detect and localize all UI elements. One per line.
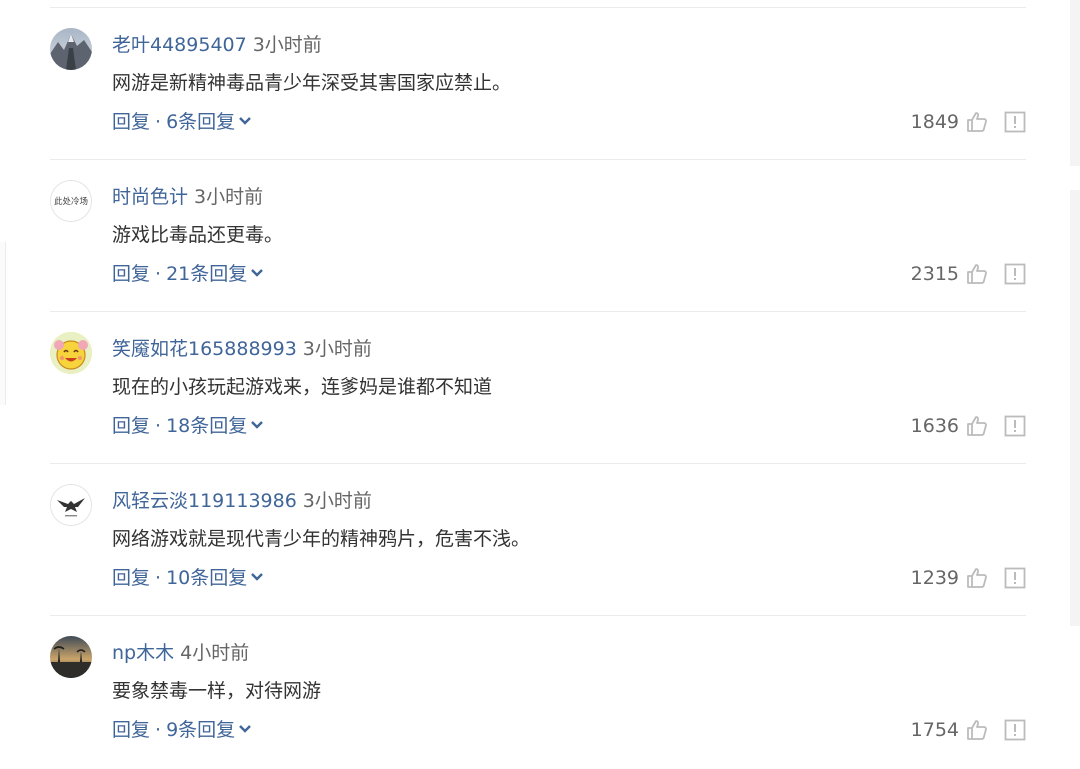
replies-count-label: 9条回复 (166, 719, 236, 741)
thumbs-up-icon[interactable] (965, 262, 989, 286)
separator: · (155, 263, 162, 285)
avatar[interactable] (50, 636, 92, 678)
cartoon-face-icon (50, 332, 92, 374)
avatar[interactable]: 此处冷场 (50, 180, 92, 222)
separator: · (155, 719, 162, 741)
sunset-photo-icon (50, 636, 92, 678)
report-icon[interactable] (1004, 263, 1026, 285)
like-count: 2315 (910, 263, 959, 285)
report-icon[interactable] (1004, 415, 1026, 437)
comment-actions: 回复 · 9条回复 (112, 717, 252, 743)
avatar-logo-text: 此处冷场 (54, 196, 88, 207)
comment-item: 笑魇如花165888993 3小时前 现在的小孩玩起游戏来，连爹妈是谁都不知道 回… (50, 312, 1026, 464)
view-replies-button[interactable]: 9条回复 (166, 719, 252, 741)
replies-count-label: 21条回复 (166, 263, 248, 285)
chevron-down-icon (251, 269, 264, 277)
comment-item: np木木 4小时前 要象禁毒一样，对待网游 回复 · 9条回复 1754 (50, 616, 1026, 768)
comment-text: 游戏比毒品还更毒。 (112, 224, 284, 246)
comment-actions: 回复 · 6条回复 (112, 109, 252, 135)
replies-count-label: 6条回复 (166, 111, 236, 133)
timestamp: 3小时前 (302, 338, 372, 360)
comment-meta: 笑魇如花165888993 3小时前 (112, 336, 372, 362)
reply-button[interactable]: 回复 (112, 111, 150, 133)
thumbs-up-icon[interactable] (965, 718, 989, 742)
comment-text: 要象禁毒一样，对待网游 (112, 680, 322, 702)
avatar[interactable] (50, 484, 92, 526)
comment-meta: 时尚色计 3小时前 (112, 184, 263, 210)
username[interactable]: 笑魇如花165888993 (112, 338, 297, 360)
username[interactable]: 风轻云淡119113986 (112, 490, 297, 512)
timestamp: 4小时前 (180, 642, 250, 664)
comment-tools: 1239 (911, 565, 1026, 591)
comment-item: 此处冷场 时尚色计 3小时前 游戏比毒品还更毒。 回复 · 21条回复 2315 (50, 160, 1026, 312)
comment-tools: 1849 (911, 109, 1026, 135)
separator: · (155, 415, 162, 437)
timestamp: 3小时前 (302, 490, 372, 512)
comment-text: 网络游戏就是现代青少年的精神鸦片，危害不浅。 (112, 528, 531, 550)
timestamp: 3小时前 (194, 186, 264, 208)
timestamp: 3小时前 (252, 34, 322, 56)
separator: · (155, 567, 162, 589)
report-icon[interactable] (1004, 111, 1026, 133)
eagle-emblem-icon (51, 485, 91, 525)
replies-count-label: 10条回复 (166, 567, 248, 589)
comment-item: 风轻云淡119113986 3小时前 网络游戏就是现代青少年的精神鸦片，危害不浅。… (50, 464, 1026, 616)
avatar[interactable] (50, 332, 92, 374)
chevron-down-icon (239, 117, 252, 125)
like-count: 1239 (910, 567, 959, 589)
reply-button[interactable]: 回复 (112, 567, 150, 589)
report-icon[interactable] (1004, 719, 1026, 741)
view-replies-button[interactable]: 18条回复 (166, 415, 264, 437)
like-count: 1754 (910, 719, 959, 741)
comment-tools: 1754 (911, 717, 1026, 743)
username[interactable]: np木木 (112, 642, 174, 664)
like-count: 1849 (910, 111, 959, 133)
comment-tools: 1636 (911, 413, 1026, 439)
comment-meta: 老叶44895407 3小时前 (112, 32, 322, 58)
replies-count-label: 18条回复 (166, 415, 248, 437)
comment-text: 网游是新精神毒品青少年深受其害国家应禁止。 (112, 72, 512, 94)
comment-page: 老叶44895407 3小时前 网游是新精神毒品青少年深受其害国家应禁止。 回复 ·… (0, 0, 1080, 769)
view-replies-button[interactable]: 21条回复 (166, 263, 264, 285)
comment-item: 老叶44895407 3小时前 网游是新精神毒品青少年深受其害国家应禁止。 回复 ·… (50, 8, 1026, 160)
comment-actions: 回复 · 21条回复 (112, 261, 264, 287)
comment-actions: 回复 · 18条回复 (112, 413, 264, 439)
comment-meta: 风轻云淡119113986 3小时前 (112, 488, 372, 514)
reply-button[interactable]: 回复 (112, 719, 150, 741)
view-replies-button[interactable]: 6条回复 (166, 111, 252, 133)
view-replies-button[interactable]: 10条回复 (166, 567, 264, 589)
comment-tools: 2315 (911, 261, 1026, 287)
chevron-down-icon (251, 573, 264, 581)
report-icon[interactable] (1004, 567, 1026, 589)
mountain-photo-icon (50, 28, 92, 70)
comment-list: 老叶44895407 3小时前 网游是新精神毒品青少年深受其害国家应禁止。 回复 ·… (0, 8, 1080, 768)
thumbs-up-icon[interactable] (965, 110, 989, 134)
separator: · (155, 111, 162, 133)
text-logo-icon: 此处冷场 (51, 181, 91, 221)
reply-button[interactable]: 回复 (112, 263, 150, 285)
username[interactable]: 时尚色计 (112, 186, 188, 208)
chevron-down-icon (251, 421, 264, 429)
thumbs-up-icon[interactable] (965, 414, 989, 438)
comment-actions: 回复 · 10条回复 (112, 565, 264, 591)
thumbs-up-icon[interactable] (965, 566, 989, 590)
comment-meta: np木木 4小时前 (112, 640, 249, 666)
username[interactable]: 老叶44895407 (112, 34, 247, 56)
like-count: 1636 (910, 415, 959, 437)
avatar[interactable] (50, 28, 92, 70)
comment-text: 现在的小孩玩起游戏来，连爹妈是谁都不知道 (112, 376, 493, 398)
reply-button[interactable]: 回复 (112, 415, 150, 437)
chevron-down-icon (239, 725, 252, 733)
